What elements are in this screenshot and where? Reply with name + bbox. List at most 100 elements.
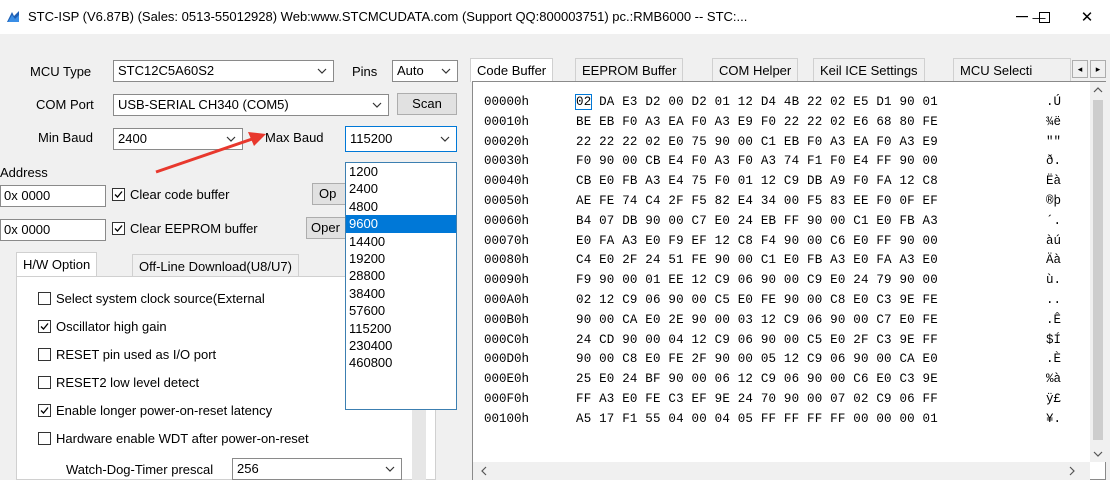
mcu-type-select[interactable]: STC12C5A60S2 [113,60,334,82]
hex-ascii: ´. [1046,213,1062,228]
window-title: STC-ISP (V6.87B) (Sales: 0513-55012928) … [28,9,748,24]
hex-bytes: 02 12 C9 06 90 00 C5 E0 FE 90 00 C8 E0 C… [576,293,938,307]
hex-ascii: ¾ë [1046,114,1062,129]
hex-ascii: .È [1046,352,1062,367]
baud-option[interactable]: 57600 [346,302,456,319]
com-port-select[interactable]: USB-SERIAL CH340 (COM5) [113,94,389,116]
hex-bytes: C4 E0 2F 24 51 FE 90 00 C1 E0 FB A3 E0 F… [576,253,938,268]
tab-code-buffer[interactable]: Code Buffer [470,58,554,82]
hex-bytes: B4 07 DB 90 00 C7 E0 24 EB FF 90 00 C1 E… [576,213,938,228]
hex-row: 00020h 22 22 22 02 E0 75 90 00 C1 EB F0 A… [484,133,1076,151]
hw-option-checkbox[interactable]: Enable longer power-on-reset latency [38,403,272,418]
tab-mcu-selecti[interactable]: MCU Selecti [953,58,1071,82]
tab-offline-download[interactable]: Off-Line Download(U8/U7) [132,254,299,278]
hex-address: 000E0h [484,372,530,387]
hex-row: 00090h F9 90 00 01 EE 12 C9 06 90 00 C9 E… [484,271,1076,289]
baud-option[interactable]: 230400 [346,337,456,354]
hw-option-label: Oscillator high gain [56,319,167,334]
hex-row: 00100h A5 17 F1 55 04 00 04 05 FF FF FF F… [484,410,1076,428]
pins-value: Auto [397,63,424,78]
baud-option[interactable]: 14400 [346,233,456,250]
tab-scroll-left-button[interactable]: ◂ [1072,60,1088,78]
wdt-prescale-label: Watch-Dog-Timer prescal [66,462,214,477]
baud-option[interactable]: 115200 [346,320,456,337]
hex-address: 00090h [484,273,530,288]
baud-option[interactable]: 28800 [346,267,456,284]
baud-option[interactable]: 4800 [346,198,456,215]
hw-option-checkbox[interactable]: Select system clock source(External [38,291,265,306]
baud-option[interactable]: 2400 [346,180,456,197]
close-button[interactable]: ✕ [1064,0,1110,34]
chevron-up-icon[interactable] [1093,86,1103,94]
hex-row: 000E0h 25 E0 24 BF 90 00 06 12 C9 06 90 0… [484,370,1076,388]
minimize-line-icon [1016,16,1028,18]
checkbox-checked-icon [38,404,51,417]
tab-com-helper[interactable]: COM Helper [712,58,799,82]
close-icon: ✕ [1080,9,1094,26]
chevron-down-icon [317,68,327,74]
hex-address: 00070h [484,233,530,248]
hex-bytes: F9 90 00 01 EE 12 C9 06 90 00 C9 E0 24 7… [576,273,938,288]
hw-option-checkbox[interactable]: RESET2 low level detect [38,375,199,390]
tab-keil-ice-settings[interactable]: Keil ICE Settings [813,58,925,82]
hex-row: 00070h E0 FA A3 E0 F9 EF 12 C8 F4 90 00 C… [484,232,1076,250]
scroll-thumb[interactable] [1093,100,1103,440]
baud-option[interactable]: 9600 [346,215,456,233]
tab-hw-option[interactable]: H/W Option [16,252,98,276]
hex-cursor-byte[interactable]: 02 [574,94,593,110]
max-baud-select[interactable]: 115200 [345,126,457,152]
wdt-prescale-value: 256 [237,461,259,476]
hex-address: 000D0h [484,352,530,367]
address-label: Address [0,165,48,180]
hex-ascii: ¥. [1046,411,1062,426]
baud-option[interactable]: 1200 [346,163,456,180]
baud-option[interactable]: 38400 [346,285,456,302]
scan-button[interactable]: Scan [397,93,457,115]
open-code-file-button[interactable]: Op [312,183,348,205]
hex-address: 00060h [484,213,530,228]
maximize-icon [1039,12,1050,23]
hex-ascii: $Í [1046,332,1062,347]
clear-code-buffer-checkbox[interactable]: Clear code buffer [112,187,230,202]
hw-option-label: RESET pin used as I/O port [56,347,217,362]
title-bar[interactable]: STC-ISP (V6.87B) (Sales: 0513-55012928) … [0,0,1110,34]
tab-eeprom-buffer[interactable]: EEPROM Buffer [575,58,684,82]
baud-option[interactable]: 460800 [346,354,456,371]
max-baud-dropdown-list[interactable]: 1200 2400 4800 9600 14400 19200 28800 38400 5760… [345,162,457,410]
clear-eeprom-buffer-checkbox[interactable]: Clear EEPROM buffer [112,221,258,236]
pins-select[interactable]: Auto [392,60,458,82]
hex-address: 00050h [484,194,530,208]
tab-scroll-right-button[interactable]: ▸ [1090,60,1106,78]
eeprom-address-input[interactable]: 0x 0000 [0,219,106,241]
hex-bytes: FF A3 E0 FE C3 EF 9E 24 70 90 00 07 02 C… [576,392,938,406]
hw-option-checkbox[interactable]: Hardware enable WDT after power-on-reset [38,431,309,446]
hex-ascii: "" [1046,134,1062,149]
checkbox-empty-icon [38,292,51,305]
open-eeprom-file-button[interactable]: Oper [306,217,348,239]
max-baud-label: Max Baud [265,130,324,145]
hw-option-checkbox[interactable]: RESET pin used as I/O port [38,347,216,362]
hex-address: 00010h [484,114,530,129]
max-baud-value: 115200 [350,131,393,146]
red-arrow-annotation [155,132,266,174]
hex-bytes: 02 DA E3 D2 00 D2 01 12 D4 4B 22 02 E5 D… [574,94,938,110]
chevron-left-icon[interactable] [480,466,488,476]
hex-ascii: ÿ£ [1046,392,1062,406]
baud-option[interactable]: 19200 [346,250,456,267]
hex-ascii: ®þ [1046,194,1062,208]
app-icon [7,11,19,22]
hw-option-checkbox[interactable]: Oscillator high gain [38,319,167,334]
chevron-down-icon [440,136,450,142]
hex-ascii: ù. [1046,273,1062,288]
hex-bytes: A5 17 F1 55 04 00 04 05 FF FF FF FF 00 0… [576,411,938,426]
hex-horizontal-scrollbar[interactable] [473,462,1090,480]
chevron-down-icon[interactable] [1093,450,1103,458]
min-baud-label: Min Baud [38,130,93,145]
hex-address: 00100h [484,411,530,426]
hex-row: 00080h C4 E0 2F 24 51 FE 90 00 C1 E0 FB A… [484,251,1076,269]
chevron-right-icon[interactable] [1068,466,1076,476]
wdt-prescale-select[interactable]: 256 [232,458,402,480]
chevron-down-icon [441,68,451,74]
hex-bytes: 90 00 C8 E0 FE 2F 90 00 05 12 C9 06 90 0… [576,352,938,367]
code-address-input[interactable]: 0x 0000 [0,185,106,207]
